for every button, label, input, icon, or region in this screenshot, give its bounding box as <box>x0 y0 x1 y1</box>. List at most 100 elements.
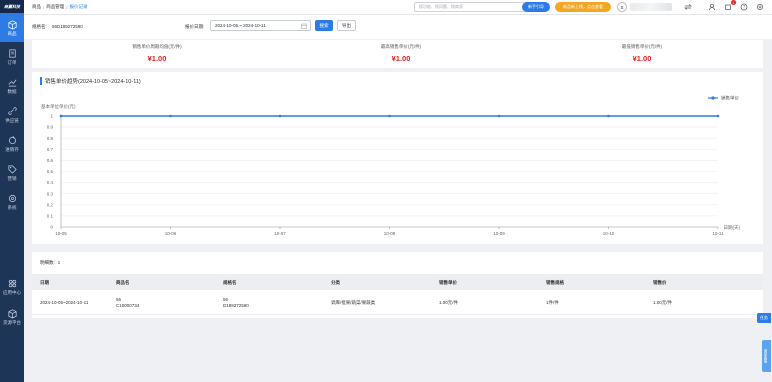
sidebar: 商赢科技 商品 订单 数据 供应链 进销存 营销 系统 应用中心 货源平台 <box>0 0 24 382</box>
export-button[interactable]: 导出 <box>337 20 356 31</box>
sidebar-item-label: 货源平台 <box>3 319 21 325</box>
cell-spec-line2: D189272590 <box>223 303 249 308</box>
sidebar-item-orders[interactable]: 订单 <box>0 42 24 71</box>
column-header-category: 分类 <box>331 280 340 285</box>
cell-category: 调库/批果/蔬菜/果蔬类 <box>331 300 376 305</box>
data-point <box>497 114 501 118</box>
breadcrumb-item[interactable]: 商品 <box>32 4 41 10</box>
x-tick-label: 10-07 <box>274 231 286 236</box>
legend-label: 销售单价 <box>721 95 739 102</box>
sidebar-item-system[interactable]: 系统 <box>0 187 24 216</box>
x-tick-label: 10-09 <box>493 231 505 236</box>
chart-icon <box>8 79 16 87</box>
y-tick-label: 0.9 <box>47 125 54 130</box>
y-tick-label: 0.4 <box>47 180 54 185</box>
cell-sale-spec: 1件/件 <box>546 300 559 305</box>
stat-average-price: 销售单价周期均值(元/件) ¥1.00 <box>82 44 232 63</box>
cycle-icon <box>8 135 16 144</box>
date-label: 报价日期: <box>185 24 205 29</box>
sidebar-item-label: 数据 <box>7 88 17 94</box>
spec-value: 56D189272590 <box>52 24 83 29</box>
user-icon[interactable] <box>708 3 716 11</box>
order-icon <box>8 48 16 58</box>
box-icon <box>7 19 17 29</box>
sidebar-item-data[interactable]: 数据 <box>0 71 24 100</box>
breadcrumb-separator: / <box>43 4 45 10</box>
sidebar-item-goods[interactable]: 商品 <box>0 13 24 42</box>
sidebar-item-sourcing[interactable]: 货源平台 <box>0 302 24 331</box>
app-logo: 商赢科技 <box>0 0 24 13</box>
stat-max-price: 最高销售单价(元/件) ¥1.00 <box>326 44 476 63</box>
detail-count: 明细数: 1 <box>40 260 60 266</box>
legend-marker <box>711 96 715 100</box>
stat-value: ¥1.00 <box>147 54 167 63</box>
y-tick-label: 0.5 <box>47 169 54 174</box>
sidebar-item-label: 进销存 <box>5 146 19 152</box>
y-tick-label: 0.6 <box>47 158 54 163</box>
stat-label: 最高销售单价(元/件) <box>380 44 422 49</box>
cell-product-line2: C10000734 <box>116 303 140 308</box>
data-point <box>278 114 282 118</box>
account-name-redacted <box>630 3 672 11</box>
detail-table-panel: 明细数: 1 日期 商品名 规格名 分类 销售单价 销售规格 销售价 2024-1… <box>32 252 763 318</box>
x-tick-label: 10-10 <box>603 231 615 236</box>
detail-count-value: 1 <box>57 260 61 265</box>
date-range-value: 2024-10-05 ~ 2024-10-11 <box>215 23 266 28</box>
cell-unit-price: 1.00元/件 <box>439 300 459 305</box>
switch-icon[interactable] <box>684 3 692 11</box>
price-trend-chart: 0 0.1 0.2 0.3 0.4 0.5 0.6 0.7 0.8 0.9 1 基本单位单价(元) 日期… <box>41 95 740 236</box>
search-placeholder: 搜功能、搜问题、搜商家 <box>419 4 463 9</box>
column-header-date: 日期 <box>40 280 49 285</box>
stat-min-price: 最低销售单价(元/件) ¥1.00 <box>567 44 717 63</box>
breadcrumb-separator: / <box>66 4 68 10</box>
y-tick-label: 0.1 <box>47 214 54 219</box>
y-tick-label: 0.8 <box>47 136 54 141</box>
top-bar: 商品 / 商品管理 / 报价记录 搜功能、搜问题、搜商家 新手引导 新品新上线，… <box>24 0 772 15</box>
sidebar-item-supply-chain[interactable]: 供应链 <box>0 100 24 129</box>
sidebar-item-label: 营销 <box>7 175 17 181</box>
x-tick-label: 10-06 <box>165 231 177 236</box>
column-header-price: 销售价 <box>653 280 667 285</box>
stat-label: 最低销售单价(元/件) <box>621 44 663 49</box>
spec-label: 规格名: <box>32 24 47 29</box>
sidebar-item-app-center[interactable]: 应用中心 <box>0 272 24 301</box>
task-side-tab[interactable]: 任务 <box>757 313 771 323</box>
search-button[interactable]: 搜索 <box>315 20 333 31</box>
column-header-sale-spec: 销售规格 <box>546 280 564 285</box>
tag-icon <box>7 164 17 174</box>
gear-icon <box>8 194 16 202</box>
svg-text:?: ? <box>743 5 745 10</box>
data-point <box>169 114 172 118</box>
breadcrumb-current: 报价记录 <box>69 4 88 9</box>
sidebar-item-label: 订单 <box>7 59 17 65</box>
cell-price: 1.00元/件 <box>653 300 673 305</box>
date-range-picker[interactable]: 2024-10-05 ~ 2024-10-11 <box>210 20 311 31</box>
x-tick-label: 10-05 <box>55 231 67 236</box>
y-tick-label: 1 <box>50 114 53 119</box>
cell-date: 2024-10-05~2024-10-11 <box>40 300 89 305</box>
cube-icon <box>7 308 17 318</box>
price-summary: 销售单价周期均值(元/件) ¥1.00 最高销售单价(元/件) ¥1.00 最低… <box>32 40 763 68</box>
new-user-guide-button[interactable]: 新手引导 <box>522 2 550 12</box>
sidebar-item-label: 系统 <box>7 204 17 210</box>
settings-icon[interactable] <box>756 3 764 11</box>
y-tick-label: 0.2 <box>47 202 54 207</box>
x-tick-label: 10-08 <box>384 231 396 236</box>
help-icon[interactable]: ? <box>740 3 748 11</box>
breadcrumb-item[interactable]: 商品管理 <box>46 4 64 10</box>
y-axis-label: 基本单位单价(元) <box>41 103 76 110</box>
sidebar-item-inventory[interactable]: 进销存 <box>0 129 24 158</box>
sidebar-item-label: 应用中心 <box>3 289 21 295</box>
x-tick-label: 10-11 <box>712 231 724 236</box>
apps-icon <box>8 279 16 287</box>
promo-button[interactable]: 新品新上线，点击查看 <box>555 2 611 12</box>
calendar-icon <box>301 23 307 29</box>
y-tick-label: 0.7 <box>47 147 54 152</box>
avatar[interactable]: S <box>617 2 627 12</box>
customer-service-side-tab[interactable]: 商家客服 <box>762 340 771 372</box>
notification-badge: 1 <box>731 0 736 5</box>
stat-label: 销售单价周期均值(元/件) <box>132 44 182 49</box>
sidebar-item-marketing[interactable]: 营销 <box>0 158 24 187</box>
data-point <box>388 114 391 118</box>
table-row[interactable]: 2024-10-05~2024-10-11 56 C10000734 56 D1… <box>32 293 763 315</box>
